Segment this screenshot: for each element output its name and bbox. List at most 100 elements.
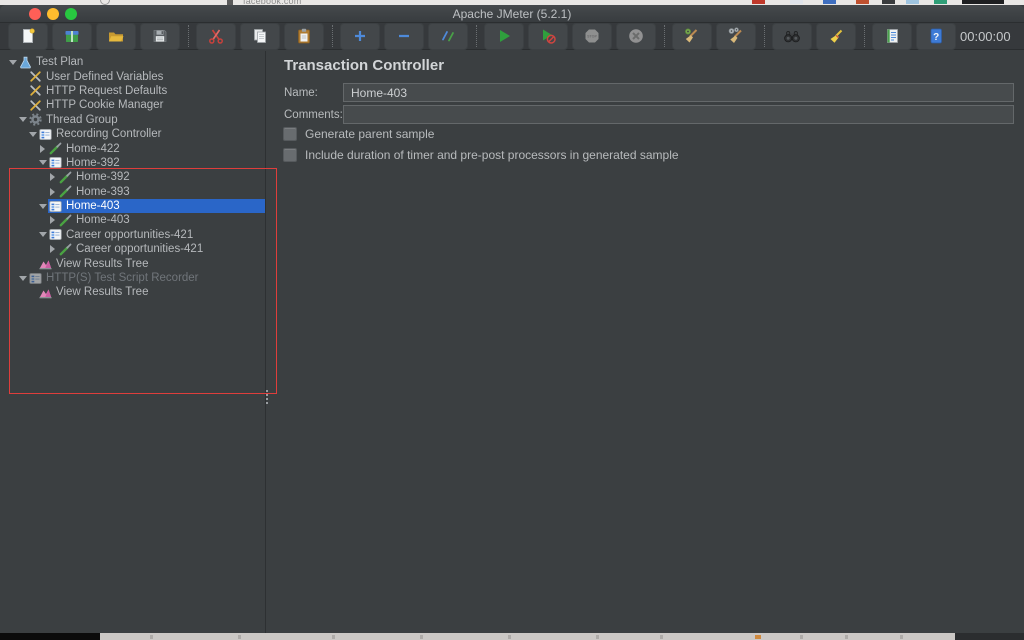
jmeter-window: Apache JMeter (5.2.1) STOP? 00:00:00 4 0… [0,5,1024,633]
tree-item-recording-controller[interactable]: Recording Controller [0,127,265,141]
comments-input[interactable] [343,105,1014,124]
tree-item-label: Home-393 [76,185,130,198]
generate-parent-sample-row: Generate parent sample [283,127,434,141]
background-dock-strip [0,633,1024,640]
shutdown-icon [629,29,643,43]
sampler-pipette-icon [49,142,62,155]
toolbar: STOP? 00:00:00 4 0/0 [0,22,1024,50]
window-titlebar: Apache JMeter (5.2.1) [0,5,1024,23]
sampler-pipette-icon [59,243,72,256]
svg-text:?: ? [933,32,939,43]
controller-icon [49,229,62,241]
name-row: Name: [284,83,1014,102]
expand-arrow-icon[interactable] [47,173,58,182]
tree-item-http-s-test-script-recorder[interactable]: HTTP(S) Test Script Recorder [0,271,265,285]
tree-item-body: Test Plan [18,55,265,69]
collapse-arrow-icon[interactable] [27,131,38,137]
remove-button[interactable] [384,22,424,50]
tree-item-http-cookie-manager[interactable]: HTTP Cookie Manager [0,98,265,112]
cut-button[interactable] [196,22,236,50]
divider-resize-grip[interactable] [265,390,269,406]
copy-icon [254,29,266,43]
add-icon [355,31,365,41]
start-no-timers-button[interactable] [528,22,568,50]
name-input[interactable] [343,83,1014,102]
window-title: Apache JMeter (5.2.1) [452,7,572,21]
include-duration-checkbox[interactable] [283,148,297,162]
tree-item-career-opportunities-421[interactable]: Career opportunities-421 [0,228,265,242]
results-tree-icon [39,260,52,270]
generate-parent-sample-label: Generate parent sample [305,127,435,141]
tree-item-home-403[interactable]: Home-403 [0,198,265,214]
tree-item-label: Home-392 [76,171,130,184]
tree-item-http-request-defaults[interactable]: HTTP Request Defaults [0,84,265,98]
tree-item-label: View Results Tree [56,286,149,299]
tree-item-label: Home-403 [66,200,120,213]
expand-arrow-icon[interactable] [47,245,58,254]
search-button[interactable] [772,22,812,50]
paste-button[interactable] [284,22,324,50]
expand-arrow-icon[interactable] [47,187,58,196]
expand-arrow-icon[interactable] [37,144,48,153]
sampler-pipette-icon [59,214,72,227]
clear-search-button[interactable] [816,22,856,50]
collapse-arrow-icon[interactable] [17,275,28,281]
help-icon: ? [930,28,942,44]
function-helper-button[interactable] [872,22,912,50]
tree-item-body: HTTP(S) Test Script Recorder [28,271,265,285]
tree-list: Test Plan User Defined Variables HTTP Requ… [0,51,265,300]
controller-icon [49,200,62,212]
tree-item-career-opportunities-421[interactable]: Career opportunities-421 [0,242,265,256]
dock-dark-segment [955,633,1024,640]
collapse-arrow-icon[interactable] [37,160,48,166]
collapse-arrow-icon[interactable] [37,203,48,209]
name-label: Name: [284,86,318,99]
open-button[interactable] [96,22,136,50]
comments-row: Comments: [284,105,1014,124]
new-button[interactable] [8,22,48,50]
shutdown-button[interactable] [616,22,656,50]
toggle-button[interactable] [428,22,468,50]
expand-arrow-icon[interactable] [47,216,58,225]
clear-button[interactable] [672,22,712,50]
gear-icon [29,113,42,126]
content-area: Test Plan User Defined Variables HTTP Requ… [0,51,1024,633]
collapse-arrow-icon[interactable] [37,232,48,238]
add-button[interactable] [340,22,380,50]
tree-item-home-392[interactable]: Home-392 [0,170,265,184]
tree-item-home-393[interactable]: Home-393 [0,185,265,199]
svg-text:STOP: STOP [587,35,597,39]
tree-item-body: Home-393 [58,185,265,199]
tree-item-home-403[interactable]: Home-403 [0,213,265,227]
save-button[interactable] [140,22,180,50]
tree-item-body: Home-392 [48,156,265,170]
config-wrench-icon [30,100,41,111]
collapse-arrow-icon[interactable] [7,59,18,65]
start-button[interactable] [484,22,524,50]
tree-item-test-plan[interactable]: Test Plan [0,55,265,69]
tree-item-view-results-tree[interactable]: View Results Tree [0,256,265,270]
toolbar-separator [188,25,189,47]
tree-item-view-results-tree[interactable]: View Results Tree [0,285,265,299]
help-button[interactable]: ? [916,22,956,50]
collapse-arrow-icon[interactable] [17,117,28,123]
tree-item-body: HTTP Cookie Manager [28,98,265,112]
dock-dark-segment [0,633,100,640]
tree-item-body: View Results Tree [38,256,265,270]
tree-item-thread-group[interactable]: Thread Group [0,113,265,127]
elapsed-time: 00:00:00 [960,28,1011,44]
copy-button[interactable] [240,22,280,50]
controller-icon [29,272,42,284]
tree-item-home-392[interactable]: Home-392 [0,156,265,170]
toolbar-separator [476,25,477,47]
tree-item-body: Home-392 [58,170,265,184]
open-folder-icon [109,32,124,42]
stop-button[interactable]: STOP [572,22,612,50]
tree-item-body: Recording Controller [38,127,265,141]
tree-item-user-defined-variables[interactable]: User Defined Variables [0,69,265,83]
generate-parent-sample-checkbox[interactable] [283,127,297,141]
clear-all-button[interactable] [716,22,756,50]
templates-button[interactable] [52,22,92,50]
tree-item-home-422[interactable]: Home-422 [0,141,265,155]
toolbar-separator [864,25,865,47]
